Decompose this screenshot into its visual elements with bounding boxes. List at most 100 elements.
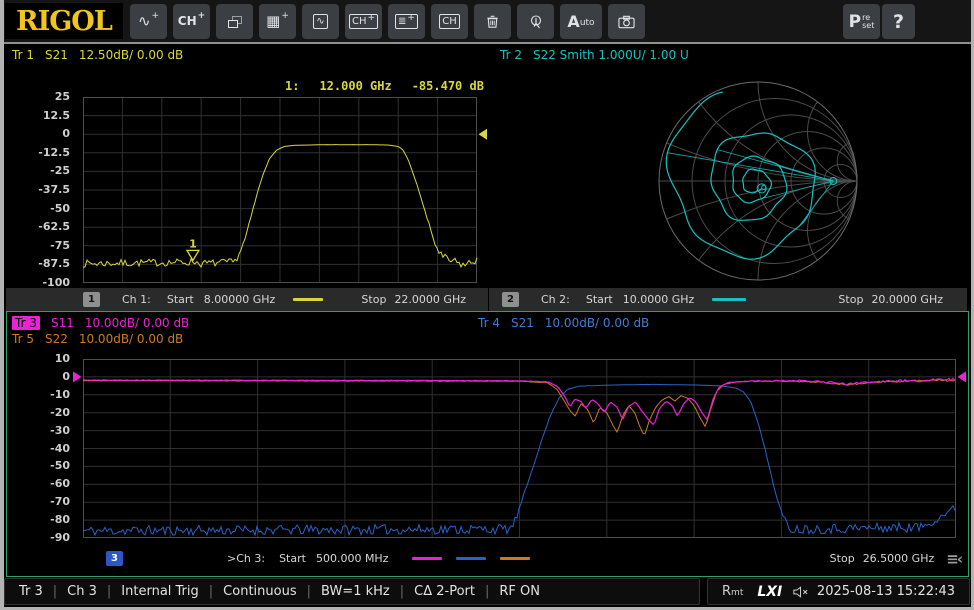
trash-icon: [485, 14, 500, 29]
measurement-setup-button[interactable]: ▦+: [259, 4, 296, 39]
ch2-stop-value: 20.0000 GHz: [871, 293, 943, 306]
ch2-start-value: 10.0000 GHz: [623, 293, 695, 306]
marker-freq: 12.000 GHz: [319, 79, 391, 93]
rigol-logo: RIGOL: [5, 3, 123, 39]
preset-icon: P reset: [849, 12, 875, 32]
tr1-plot[interactable]: 1: [83, 97, 477, 283]
tr3-meas: S11: [51, 316, 74, 330]
tr3-scale: 10.00dB/ 0.00 dB: [85, 316, 189, 330]
touch-button[interactable]: [517, 4, 554, 39]
ch3-y-tick: -70: [24, 495, 70, 508]
save-trace-button[interactable]: ≣+: [388, 4, 425, 39]
add-channel-button[interactable]: CH+: [173, 4, 210, 39]
ch3-plot[interactable]: [83, 359, 956, 538]
menu-expand-icon[interactable]: ≡‹: [946, 550, 961, 568]
window-layout-button[interactable]: [216, 4, 253, 39]
screenshot-button[interactable]: [608, 4, 645, 39]
ch3-y-tick: -90: [24, 531, 70, 544]
ch3-bar: 3 >Ch 3: Start 500.000 MHz Stop 26.5000 …: [9, 547, 965, 570]
lxi-indicator: LXI: [757, 584, 782, 600]
tr5-color-sample: [500, 557, 530, 560]
status-item: Ch 3: [67, 584, 97, 599]
ch1-bar: 1 Ch 1: Start 8.00000 GHz Stop 22.0000 G…: [6, 288, 488, 311]
ch1-stop-label: Stop: [361, 293, 386, 306]
marker-id: 1:: [285, 79, 299, 93]
ch3-y-tick: -10: [24, 388, 70, 401]
status-item: Internal Trig: [121, 584, 198, 599]
ch1-badge[interactable]: 1: [83, 292, 100, 307]
auto-icon: A: [567, 12, 579, 31]
status-item: CΔ 2-Port: [414, 584, 475, 599]
tr2-label: Tr 2: [500, 48, 522, 62]
tr2-meas: S22 Smith 1.000U/ 1.00 U: [533, 48, 689, 62]
status-bar: Tr 3|Ch 3|Internal Trig|Continuous|BW=1 …: [4, 578, 970, 605]
ch2-start-label: Start: [586, 293, 613, 306]
ch3-y-tick: -60: [24, 477, 70, 490]
tr3-active-badge[interactable]: Tr 3: [12, 316, 40, 330]
svg-text:1: 1: [189, 237, 197, 250]
camera-icon: [618, 15, 635, 29]
add-channel-window-button[interactable]: CH+: [345, 4, 382, 39]
status-item: Continuous: [223, 584, 296, 599]
ch2-badge[interactable]: 2: [502, 292, 519, 307]
ch3-y-tick: 0: [24, 370, 70, 383]
ch3-stop-label: Stop: [830, 552, 855, 565]
recall-channel-icon: CH: [439, 14, 460, 29]
trace-window-button[interactable]: ∿: [302, 4, 339, 39]
ch3-y-tick: -30: [24, 424, 70, 437]
status-item: RF ON: [499, 584, 540, 599]
tr3-color-sample: [412, 557, 442, 560]
tr1-y-tick: -50: [24, 202, 70, 215]
recall-channel-button[interactable]: CH: [431, 4, 468, 39]
tr1-y-tick: 25: [24, 90, 70, 103]
tr5-header[interactable]: Tr 5 S22 10.00dB/ 0.00 dB: [12, 332, 183, 346]
status-item: BW=1 kHz: [321, 584, 390, 599]
ch3-label: >Ch 3:: [227, 552, 265, 565]
tr4-color-sample: [456, 557, 486, 560]
tr2-header[interactable]: Tr 2 S22 Smith 1.000U/ 1.00 U: [500, 48, 689, 62]
add-channel-icon: CH+: [178, 14, 205, 29]
save-trace-icon: ≣+: [395, 14, 418, 29]
tr4-label: Tr 4: [478, 316, 500, 330]
status-left: Tr 3|Ch 3|Internal Trig|Continuous|BW=1 …: [4, 578, 700, 605]
help-button[interactable]: ?: [882, 4, 915, 39]
tr1-y-tick: 0: [24, 127, 70, 140]
auto-scale-button[interactable]: Auto: [560, 4, 602, 39]
tr4-header[interactable]: Tr 4 S21 10.00dB/ 0.00 dB: [478, 316, 649, 330]
ch3-start-value: 500.000 MHz: [316, 552, 389, 565]
ch2-bar: 2 Ch 2: Start 10.0000 GHz Stop 20.0000 G…: [489, 288, 967, 311]
tr2-plot[interactable]: [488, 50, 966, 288]
ch1-start-value: 8.00000 GHz: [204, 293, 276, 306]
ch3-y-tick: -80: [24, 513, 70, 526]
status-separator: |: [307, 584, 311, 599]
remote-indicator: Rmt: [722, 584, 743, 599]
help-icon: ?: [893, 11, 904, 33]
add-channel-window-icon: CH+: [349, 14, 378, 29]
bezel-left: [0, 0, 4, 610]
tr1-y-tick: -12.5: [24, 146, 70, 159]
tr1-y-tick: -87.5: [24, 257, 70, 270]
tr1-y-tick: -37.5: [24, 183, 70, 196]
tr4-scale: 10.00dB/ 0.00 dB: [545, 316, 649, 330]
ch2-label: Ch 2:: [541, 293, 570, 306]
tr1-meas: S21: [45, 48, 68, 62]
ch3-y-tick: -40: [24, 442, 70, 455]
tr1-header[interactable]: Tr 1 S21 12.50dB/ 0.00 dB: [12, 48, 183, 62]
tr3-header[interactable]: Tr 3 S11 10.00dB/ 0.00 dB: [12, 316, 189, 330]
status-separator: |: [485, 584, 489, 599]
status-separator: |: [209, 584, 213, 599]
add-trace-button[interactable]: ∿+: [130, 4, 167, 39]
status-separator: |: [107, 584, 111, 599]
ch2-stop-label: Stop: [838, 293, 863, 306]
speaker-muted-icon[interactable]: [792, 586, 809, 598]
ch3-badge[interactable]: 3: [106, 551, 123, 566]
tr1-y-tick: 12.5: [24, 109, 70, 122]
ch3-y-tick: 10: [24, 352, 70, 365]
tr5-meas: S22: [45, 332, 68, 346]
tr1-label: Tr 1: [12, 48, 34, 62]
tr4-meas: S21: [511, 316, 534, 330]
delete-button[interactable]: [474, 4, 511, 39]
tr2-color-sample: [712, 298, 746, 301]
preset-button[interactable]: P reset: [843, 4, 880, 39]
window-layout-icon: [228, 16, 242, 28]
